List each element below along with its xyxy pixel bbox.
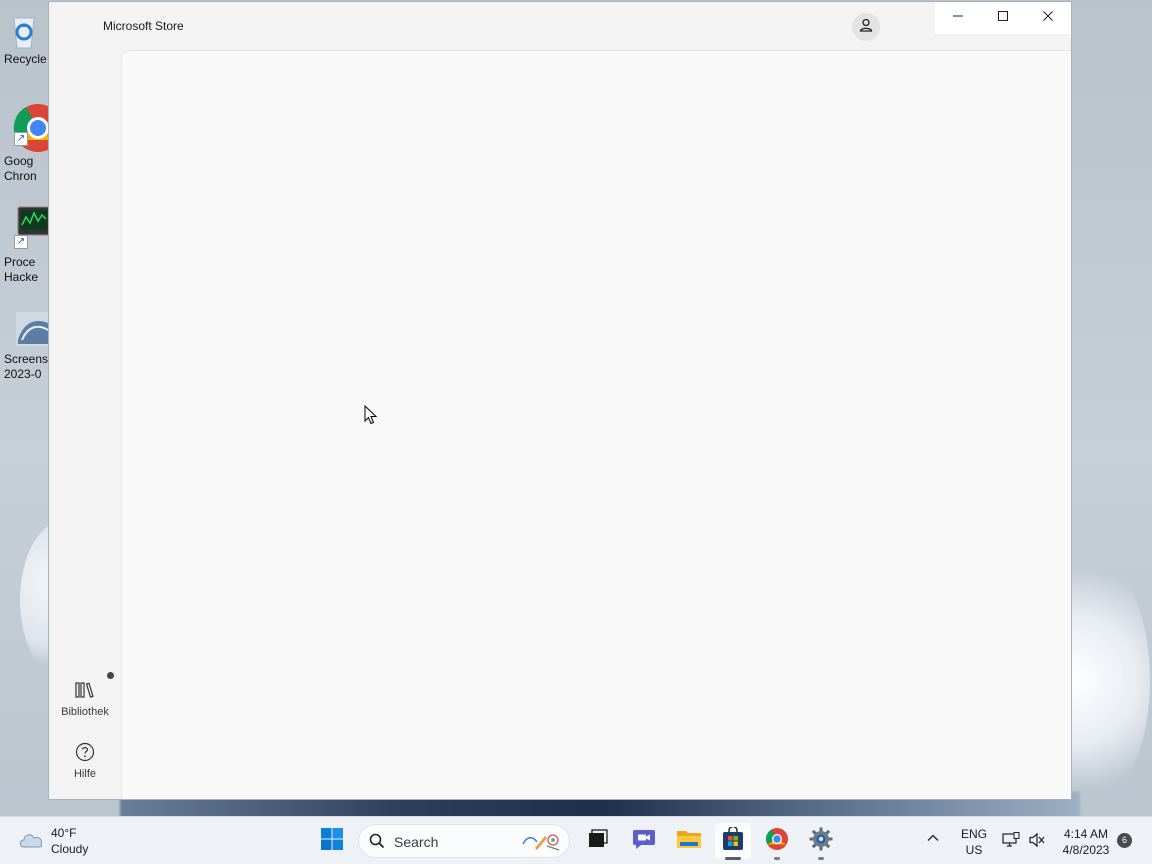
input-language-indicator[interactable]: ENG US	[958, 826, 990, 858]
running-app-indicator	[774, 857, 780, 860]
task-view-button[interactable]	[580, 823, 616, 859]
nav-item-library[interactable]: Bibliothek	[55, 672, 115, 718]
caption-buttons	[935, 2, 1071, 34]
library-update-badge	[107, 672, 114, 679]
library-icon	[55, 678, 115, 702]
mouse-cursor-icon	[364, 404, 378, 430]
help-circle-icon	[55, 740, 115, 764]
taskbar-search-box[interactable]: Search	[358, 824, 570, 858]
desktop-icon-label: Goog Chron	[4, 154, 37, 183]
desktop-icon-label: Screens 2023-0	[4, 352, 48, 381]
clock-time: 4:14 AM	[1063, 827, 1109, 841]
folder-icon	[676, 828, 702, 855]
maximize-button[interactable]	[980, 2, 1025, 34]
desktop-icon-process-hacker[interactable]: ↗ Proce Hacke	[0, 205, 51, 285]
close-button[interactable]	[1026, 2, 1071, 34]
window-title: Microsoft Store	[103, 19, 184, 33]
search-highlight-icon	[521, 830, 563, 859]
weather-temperature: 40°F	[51, 826, 77, 840]
cloud-icon	[18, 831, 44, 854]
shortcut-arrow-icon: ↗	[14, 235, 28, 249]
minimize-icon	[952, 9, 964, 27]
chat-button[interactable]	[626, 823, 662, 859]
title-bar[interactable]: Microsoft Store	[49, 2, 1071, 50]
process-hacker-icon: ↗	[4, 205, 51, 249]
keyboard-layout: US	[965, 843, 983, 857]
store-content-area	[121, 50, 1071, 799]
language-code: ENG	[960, 827, 987, 841]
desktop-icon-label: Recycle	[4, 52, 47, 66]
nav-item-help[interactable]: Hilfe	[55, 740, 115, 780]
weather-condition: Cloudy	[51, 842, 89, 856]
chrome-icon: ↗	[4, 102, 62, 152]
task-view-icon	[588, 828, 608, 854]
person-icon	[859, 18, 873, 37]
chrome-icon	[765, 827, 789, 856]
notification-count-badge[interactable]: 6	[1117, 833, 1132, 848]
search-placeholder: Search	[394, 834, 439, 850]
maximize-icon	[997, 9, 1009, 27]
network-icon[interactable]	[1002, 832, 1020, 853]
recycle-bin-icon	[4, 10, 44, 50]
clock-date: 4/8/2023	[1062, 843, 1110, 857]
nav-item-label: Bibliothek	[61, 706, 109, 718]
show-hidden-icons-button[interactable]	[926, 831, 940, 850]
volume-muted-icon[interactable]	[1028, 832, 1046, 853]
microsoft-store-taskbar-button[interactable]	[715, 823, 751, 860]
settings-taskbar-button[interactable]	[803, 823, 839, 860]
desktop-icon-screenshot[interactable]: Screens 2023-0	[0, 310, 52, 382]
store-icon	[721, 825, 745, 856]
file-explorer-button[interactable]	[671, 823, 707, 859]
start-button[interactable]	[314, 823, 350, 859]
clock[interactable]: 4:14 AM 4/8/2023	[1054, 826, 1118, 858]
account-button[interactable]	[852, 13, 880, 41]
close-icon	[1042, 9, 1054, 27]
minimize-button[interactable]	[935, 2, 980, 34]
shortcut-arrow-icon: ↗	[14, 132, 28, 146]
chevron-up-icon	[926, 832, 940, 849]
running-app-indicator	[818, 857, 824, 860]
gear-icon	[809, 827, 833, 856]
active-app-indicator	[725, 857, 741, 860]
search-icon	[369, 833, 385, 854]
nav-item-label: Hilfe	[73, 768, 96, 780]
desktop-icon-label: Proce Hacke	[4, 255, 39, 284]
microsoft-store-window[interactable]: Microsoft Store Bibliothek Hilfe	[48, 1, 1072, 800]
chrome-taskbar-button[interactable]	[759, 823, 795, 860]
taskbar: 40°F Cloudy Search ENG US 4:14 AM 4/8/20…	[0, 816, 1152, 864]
weather-widget[interactable]: 40°F Cloudy	[16, 825, 106, 859]
windows-start-icon	[320, 827, 344, 856]
image-file-icon	[4, 310, 52, 350]
desktop-icon-recycle-bin[interactable]: Recycle	[0, 10, 48, 67]
desktop-icon-chrome[interactable]: ↗ Goog Chron	[0, 102, 62, 184]
chat-icon	[632, 828, 656, 855]
